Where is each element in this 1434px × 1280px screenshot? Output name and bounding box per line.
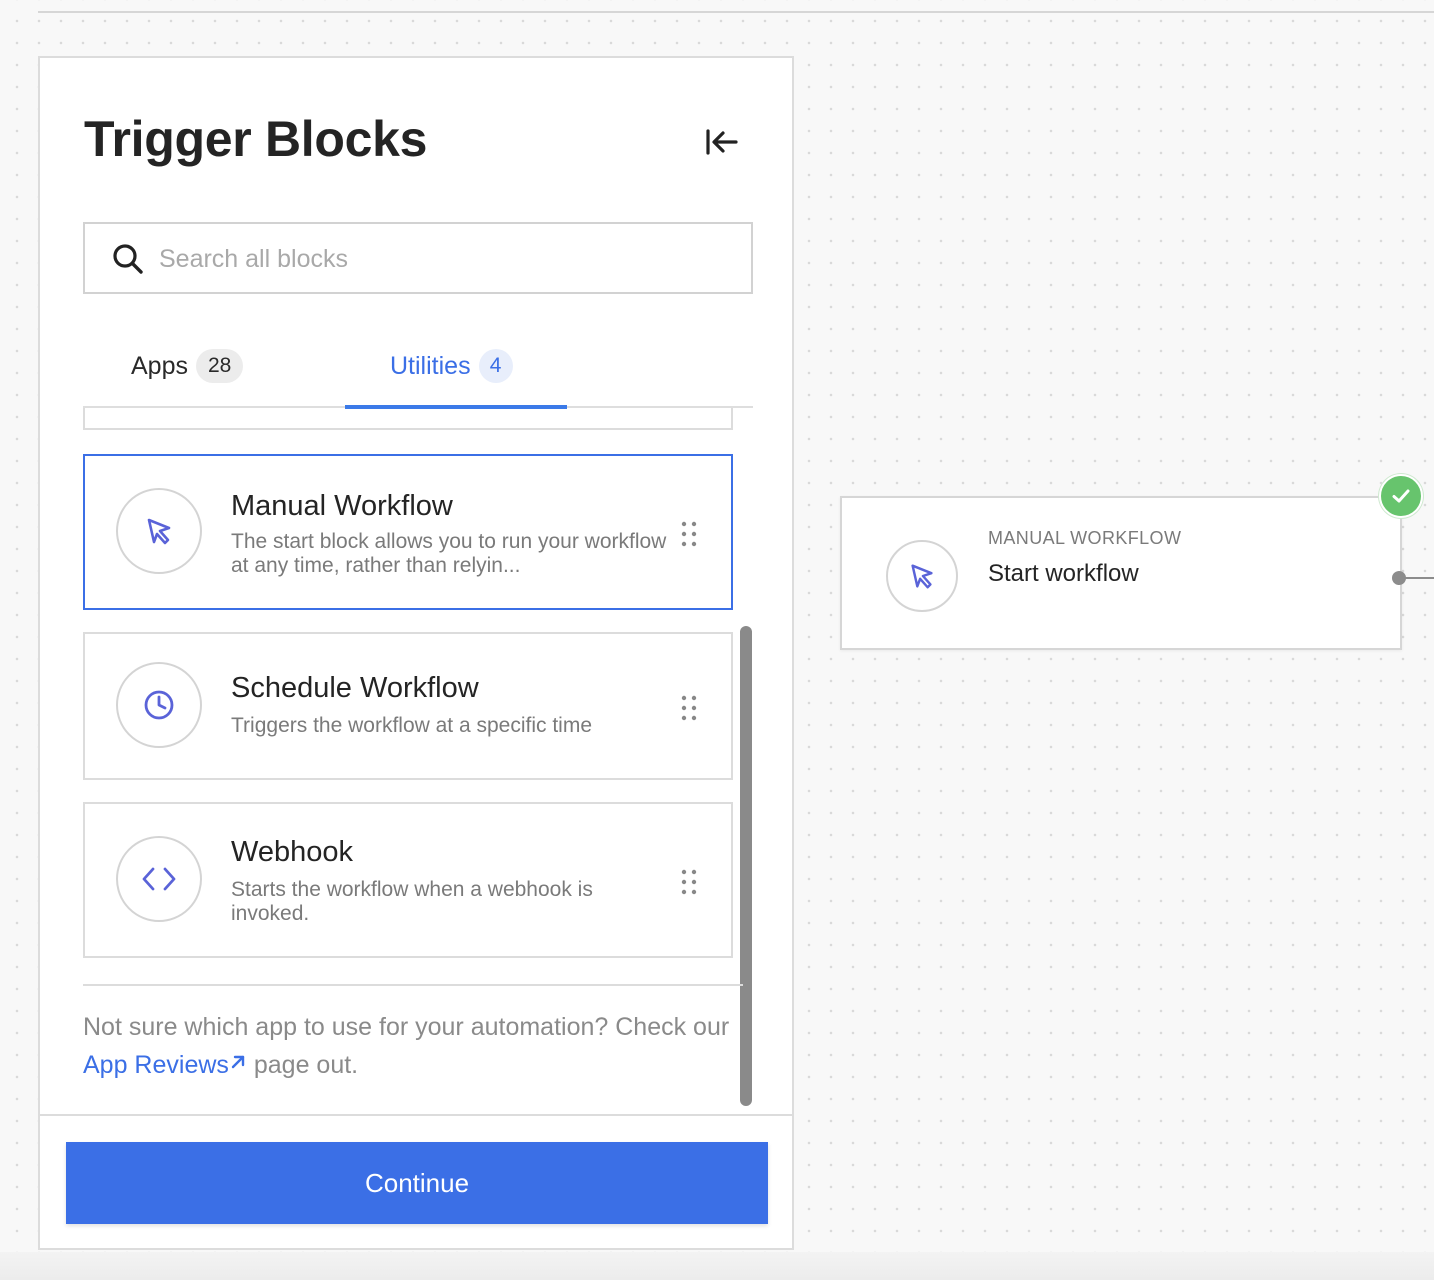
search-input[interactable] xyxy=(157,234,741,284)
search-box xyxy=(83,222,753,294)
workflow-node-start[interactable]: MANUAL WORKFLOW Start workflow xyxy=(840,496,1402,650)
tab-apps-count: 28 xyxy=(195,349,244,383)
trigger-blocks-panel: Trigger Blocks Apps 28 Utilities 4 xyxy=(38,56,794,1250)
node-title: Start workflow xyxy=(988,560,1139,587)
bottom-strip xyxy=(0,1252,1434,1280)
tab-apps[interactable]: Apps 28 xyxy=(131,326,244,406)
continue-button[interactable]: Continue xyxy=(66,1142,768,1224)
block-icon-container xyxy=(116,836,202,922)
block-icon-container xyxy=(116,662,202,748)
drag-handle-icon[interactable] xyxy=(679,868,699,896)
block-list[interactable]: Manual Workflow The start block allows y… xyxy=(83,408,733,982)
app-reviews-link-text: App Reviews xyxy=(83,1051,229,1079)
help-note-suffix: page out. xyxy=(246,1051,359,1079)
help-note-prefix: Not sure which app to use for your autom… xyxy=(83,1013,730,1041)
external-link-icon xyxy=(231,1055,245,1069)
block-title: Webhook xyxy=(231,836,353,868)
panel-title: Trigger Blocks xyxy=(84,111,428,167)
footer-divider xyxy=(40,1114,792,1116)
block-card-schedule-workflow[interactable]: Schedule Workflow Triggers the workflow … xyxy=(83,632,733,780)
help-note: Not sure which app to use for your autom… xyxy=(83,1008,743,1084)
block-card-manual-workflow[interactable]: Manual Workflow The start block allows y… xyxy=(83,454,733,610)
drag-handle-icon[interactable] xyxy=(679,694,699,722)
cursor-icon xyxy=(911,564,933,589)
block-card-webhook[interactable]: Webhook Starts the workflow when a webho… xyxy=(83,802,733,958)
list-item-partial[interactable] xyxy=(83,408,733,430)
block-title: Schedule Workflow xyxy=(231,672,479,704)
node-status-badge xyxy=(1379,474,1423,518)
tab-apps-label: Apps xyxy=(131,351,188,380)
list-divider xyxy=(83,984,743,986)
node-icon-container xyxy=(886,540,958,612)
search-icon xyxy=(113,244,143,274)
block-tabs: Apps 28 Utilities 4 xyxy=(83,326,753,409)
check-icon xyxy=(1392,489,1410,503)
block-description: Starts the workflow when a webhook is in… xyxy=(231,878,593,925)
block-title: Manual Workflow xyxy=(231,490,453,522)
tab-utilities[interactable]: Utilities 4 xyxy=(345,326,567,409)
cursor-icon xyxy=(147,518,171,545)
collapse-panel-button[interactable] xyxy=(700,120,744,164)
drag-handle-icon[interactable] xyxy=(679,520,699,548)
tab-utilities-count: 4 xyxy=(478,349,513,383)
tab-utilities-label: Utilities xyxy=(390,351,471,380)
block-description: The start block allows you to run your w… xyxy=(231,530,667,577)
top-divider xyxy=(38,11,1434,13)
clock-icon xyxy=(144,690,174,720)
node-connector-line xyxy=(1404,577,1434,579)
app-reviews-link[interactable]: App Reviews xyxy=(83,1051,247,1079)
collapse-left-icon xyxy=(706,129,738,155)
block-description: Triggers the workflow at a specific time xyxy=(231,714,593,737)
node-type-label: MANUAL WORKFLOW xyxy=(988,528,1182,548)
code-icon xyxy=(142,867,176,891)
block-icon-container xyxy=(116,488,202,574)
